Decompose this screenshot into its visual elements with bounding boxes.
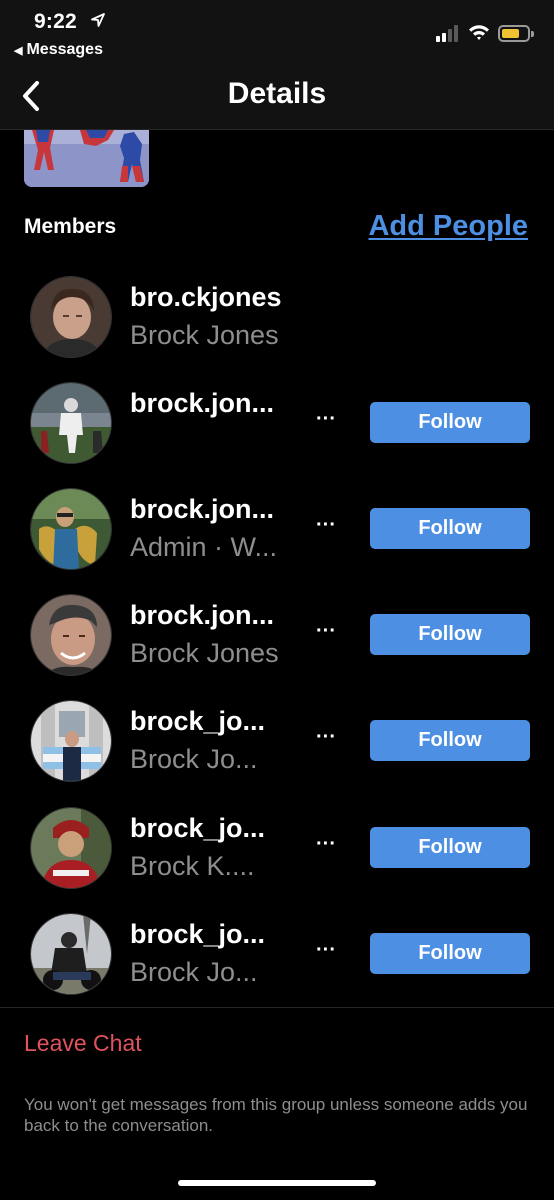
member-username: brock.jon... <box>130 494 275 524</box>
member-username: brock.jon... <box>130 600 275 630</box>
more-options-icon[interactable]: ··· <box>316 726 336 749</box>
member-username: brock_jo... <box>130 919 266 949</box>
home-indicator[interactable] <box>178 1180 376 1186</box>
follow-button[interactable]: Follow <box>370 933 530 974</box>
more-options-icon[interactable]: ··· <box>316 408 336 431</box>
status-bar: 9:22 ◀ Messages <box>0 0 554 62</box>
status-time: 9:22 <box>34 10 77 33</box>
more-options-icon[interactable]: ··· <box>316 939 336 962</box>
member-username: brock.jon... <box>130 388 275 418</box>
location-arrow-icon <box>91 13 105 27</box>
member-row[interactable]: brock.jon... ··· Follow <box>0 382 554 488</box>
page-title: Details <box>227 77 327 110</box>
follow-button[interactable]: Follow <box>370 508 530 549</box>
member-username: brock_jo... <box>130 813 266 843</box>
more-options-icon[interactable]: ··· <box>316 514 336 537</box>
battery-icon <box>498 25 534 42</box>
member-row[interactable]: brock_jo... Brock K.... ··· Follow <box>0 807 554 913</box>
battery-level <box>502 29 519 38</box>
member-role: Admin · W... <box>130 532 278 562</box>
leave-chat-note: You won't get messages from this group u… <box>24 1095 528 1135</box>
member-row[interactable]: brock_jo... Brock Jo... ··· Follow <box>0 913 554 1019</box>
follow-button[interactable]: Follow <box>370 827 530 868</box>
member-avatar[interactable] <box>30 700 112 782</box>
more-options-icon[interactable]: ··· <box>316 833 336 856</box>
member-row[interactable]: brock_jo... Brock Jo... ··· Follow <box>0 700 554 806</box>
member-row[interactable]: brock.jon... Admin · W... ··· Follow <box>0 488 554 594</box>
member-row[interactable]: brock.jon... Brock Jones ··· Follow <box>0 594 554 700</box>
wifi-icon <box>469 25 489 40</box>
member-avatar[interactable] <box>30 594 112 676</box>
member-avatar[interactable] <box>30 913 112 995</box>
members-heading: Members <box>24 215 117 238</box>
follow-button[interactable]: Follow <box>370 402 530 443</box>
member-fullname: Brock Jo... <box>130 957 258 987</box>
nav-bar: Details <box>0 62 554 130</box>
cellular-signal-icon <box>436 24 462 42</box>
back-triangle-icon: ◀ <box>14 45 23 57</box>
group-photo-image <box>24 130 149 187</box>
section-divider <box>0 1007 554 1008</box>
leave-chat-button[interactable]: Leave Chat <box>24 1030 142 1057</box>
follow-button[interactable]: Follow <box>370 720 530 761</box>
member-fullname: Brock K.... <box>130 851 255 881</box>
member-avatar[interactable] <box>30 488 112 570</box>
member-fullname: Brock Jones <box>130 320 279 350</box>
member-row[interactable]: bro.ckjones Brock Jones <box>0 276 554 382</box>
more-options-icon[interactable]: ··· <box>316 620 336 643</box>
member-avatar[interactable] <box>30 276 112 358</box>
member-fullname: Brock Jones <box>130 638 279 668</box>
member-avatar[interactable] <box>30 807 112 889</box>
add-people-link[interactable]: Add People <box>368 210 528 243</box>
member-avatar[interactable] <box>30 382 112 464</box>
back-to-app-link[interactable]: ◀ Messages <box>14 41 103 59</box>
group-photo[interactable] <box>24 130 149 187</box>
member-username: bro.ckjones <box>130 282 282 312</box>
back-app-label: Messages <box>26 41 103 58</box>
member-username: brock_jo... <box>130 706 266 736</box>
follow-button[interactable]: Follow <box>370 614 530 655</box>
member-fullname: Brock Jo... <box>130 744 258 774</box>
